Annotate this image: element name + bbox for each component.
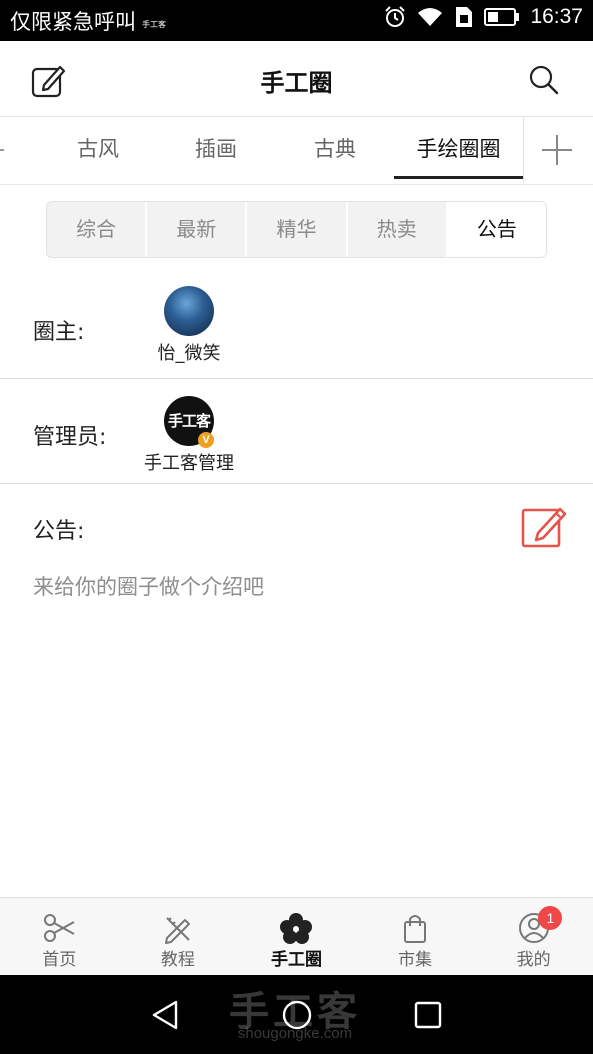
avatar-logo-text: 手工客 xyxy=(167,412,211,430)
system-nav-bar: 手工客 shougongke.com xyxy=(0,975,593,1054)
battery-icon xyxy=(484,8,520,26)
avatar: 手工客 V xyxy=(164,396,214,448)
owner-label: 圈主: xyxy=(33,320,85,345)
segment-gonggao[interactable]: 公告 xyxy=(447,202,546,257)
nav-label: 市集 xyxy=(398,950,433,970)
tab-divider xyxy=(523,117,524,183)
wifi-icon xyxy=(418,8,443,26)
plus-icon[interactable] xyxy=(540,133,574,167)
category-tabs: 古风 插画 古典 手绘圈圈 xyxy=(0,117,593,185)
avatar xyxy=(164,286,214,336)
verified-badge: V xyxy=(198,432,214,448)
admin-row: 管理员: 手工客 V 手工客管理 xyxy=(0,379,593,484)
segment-zuixin[interactable]: 最新 xyxy=(147,202,248,257)
segment-jinghua[interactable]: 精华 xyxy=(247,202,348,257)
app-header: 手工圈 xyxy=(0,41,593,117)
admin-label: 管理员: xyxy=(33,425,107,450)
segment-remai[interactable]: 热卖 xyxy=(348,202,448,257)
nav-label: 我的 xyxy=(516,950,551,970)
segment-zonghe[interactable]: 综合 xyxy=(47,202,148,257)
scroll-edge-indicator xyxy=(0,149,4,151)
search-icon[interactable] xyxy=(529,65,559,95)
carrier-small-text: 手工客 xyxy=(142,20,166,29)
tab-label: 古典 xyxy=(314,137,356,161)
owner-name: 怡_微笑 xyxy=(157,343,221,364)
back-icon[interactable] xyxy=(150,999,180,1031)
owner-member[interactable]: 怡_微笑 xyxy=(140,286,238,365)
notification-badge: 1 xyxy=(538,906,563,930)
nav-circle[interactable]: 手工圈 xyxy=(237,898,356,975)
alarm-icon xyxy=(385,6,406,27)
filter-segments: 综合 最新 精华 热卖 公告 xyxy=(46,201,547,258)
admin-name: 手工客管理 xyxy=(144,453,234,474)
nav-label: 教程 xyxy=(160,950,195,970)
status-time: 16:37 xyxy=(530,5,583,28)
tab-shouhui-quanquan[interactable]: 手绘圈圈 xyxy=(394,117,523,183)
nav-mine[interactable]: 我的 1 xyxy=(474,898,593,975)
sim-icon xyxy=(456,7,473,27)
nav-tutorial[interactable]: 教程 xyxy=(119,898,238,975)
edit-square-icon[interactable] xyxy=(521,503,567,549)
page-title: 手工圈 xyxy=(260,69,333,97)
pencil-ruler-icon xyxy=(164,917,190,944)
carrier-text: 仅限紧急呼叫 xyxy=(10,10,136,34)
status-bar: 仅限紧急呼叫 手工客 16:37 xyxy=(0,0,593,41)
scissors-icon xyxy=(44,914,75,942)
active-tab-underline xyxy=(394,176,523,179)
announcement-placeholder[interactable]: 来给你的圈子做个介绍吧 xyxy=(33,571,264,601)
announcement-label: 公告: xyxy=(33,519,85,544)
admin-member[interactable]: 手工客 V 手工客管理 xyxy=(130,396,248,475)
bottom-nav: 首页 教程 手工圈 市集 我的 1 xyxy=(0,897,593,975)
status-carrier: 仅限紧急呼叫 手工客 xyxy=(10,6,166,36)
home-circle-icon[interactable] xyxy=(281,999,313,1031)
recents-icon[interactable] xyxy=(413,1000,443,1030)
owner-row: 圈主: 怡_微笑 xyxy=(0,272,593,379)
tab-chahua[interactable]: 插画 xyxy=(156,117,276,183)
nav-label: 首页 xyxy=(42,950,77,970)
status-icons: 16:37 xyxy=(384,5,583,29)
tab-label: 古风 xyxy=(77,137,119,161)
nav-home[interactable]: 首页 xyxy=(0,898,119,975)
flower-icon xyxy=(280,913,313,944)
tab-label: 插画 xyxy=(195,137,237,161)
nav-market[interactable]: 市集 xyxy=(356,898,475,975)
nav-label: 手工圈 xyxy=(270,950,322,970)
tab-gufeng[interactable]: 古风 xyxy=(38,117,158,183)
tab-gudian[interactable]: 古典 xyxy=(275,117,395,183)
shopping-bag-icon xyxy=(404,915,427,943)
tab-label: 手绘圈圈 xyxy=(416,137,501,161)
